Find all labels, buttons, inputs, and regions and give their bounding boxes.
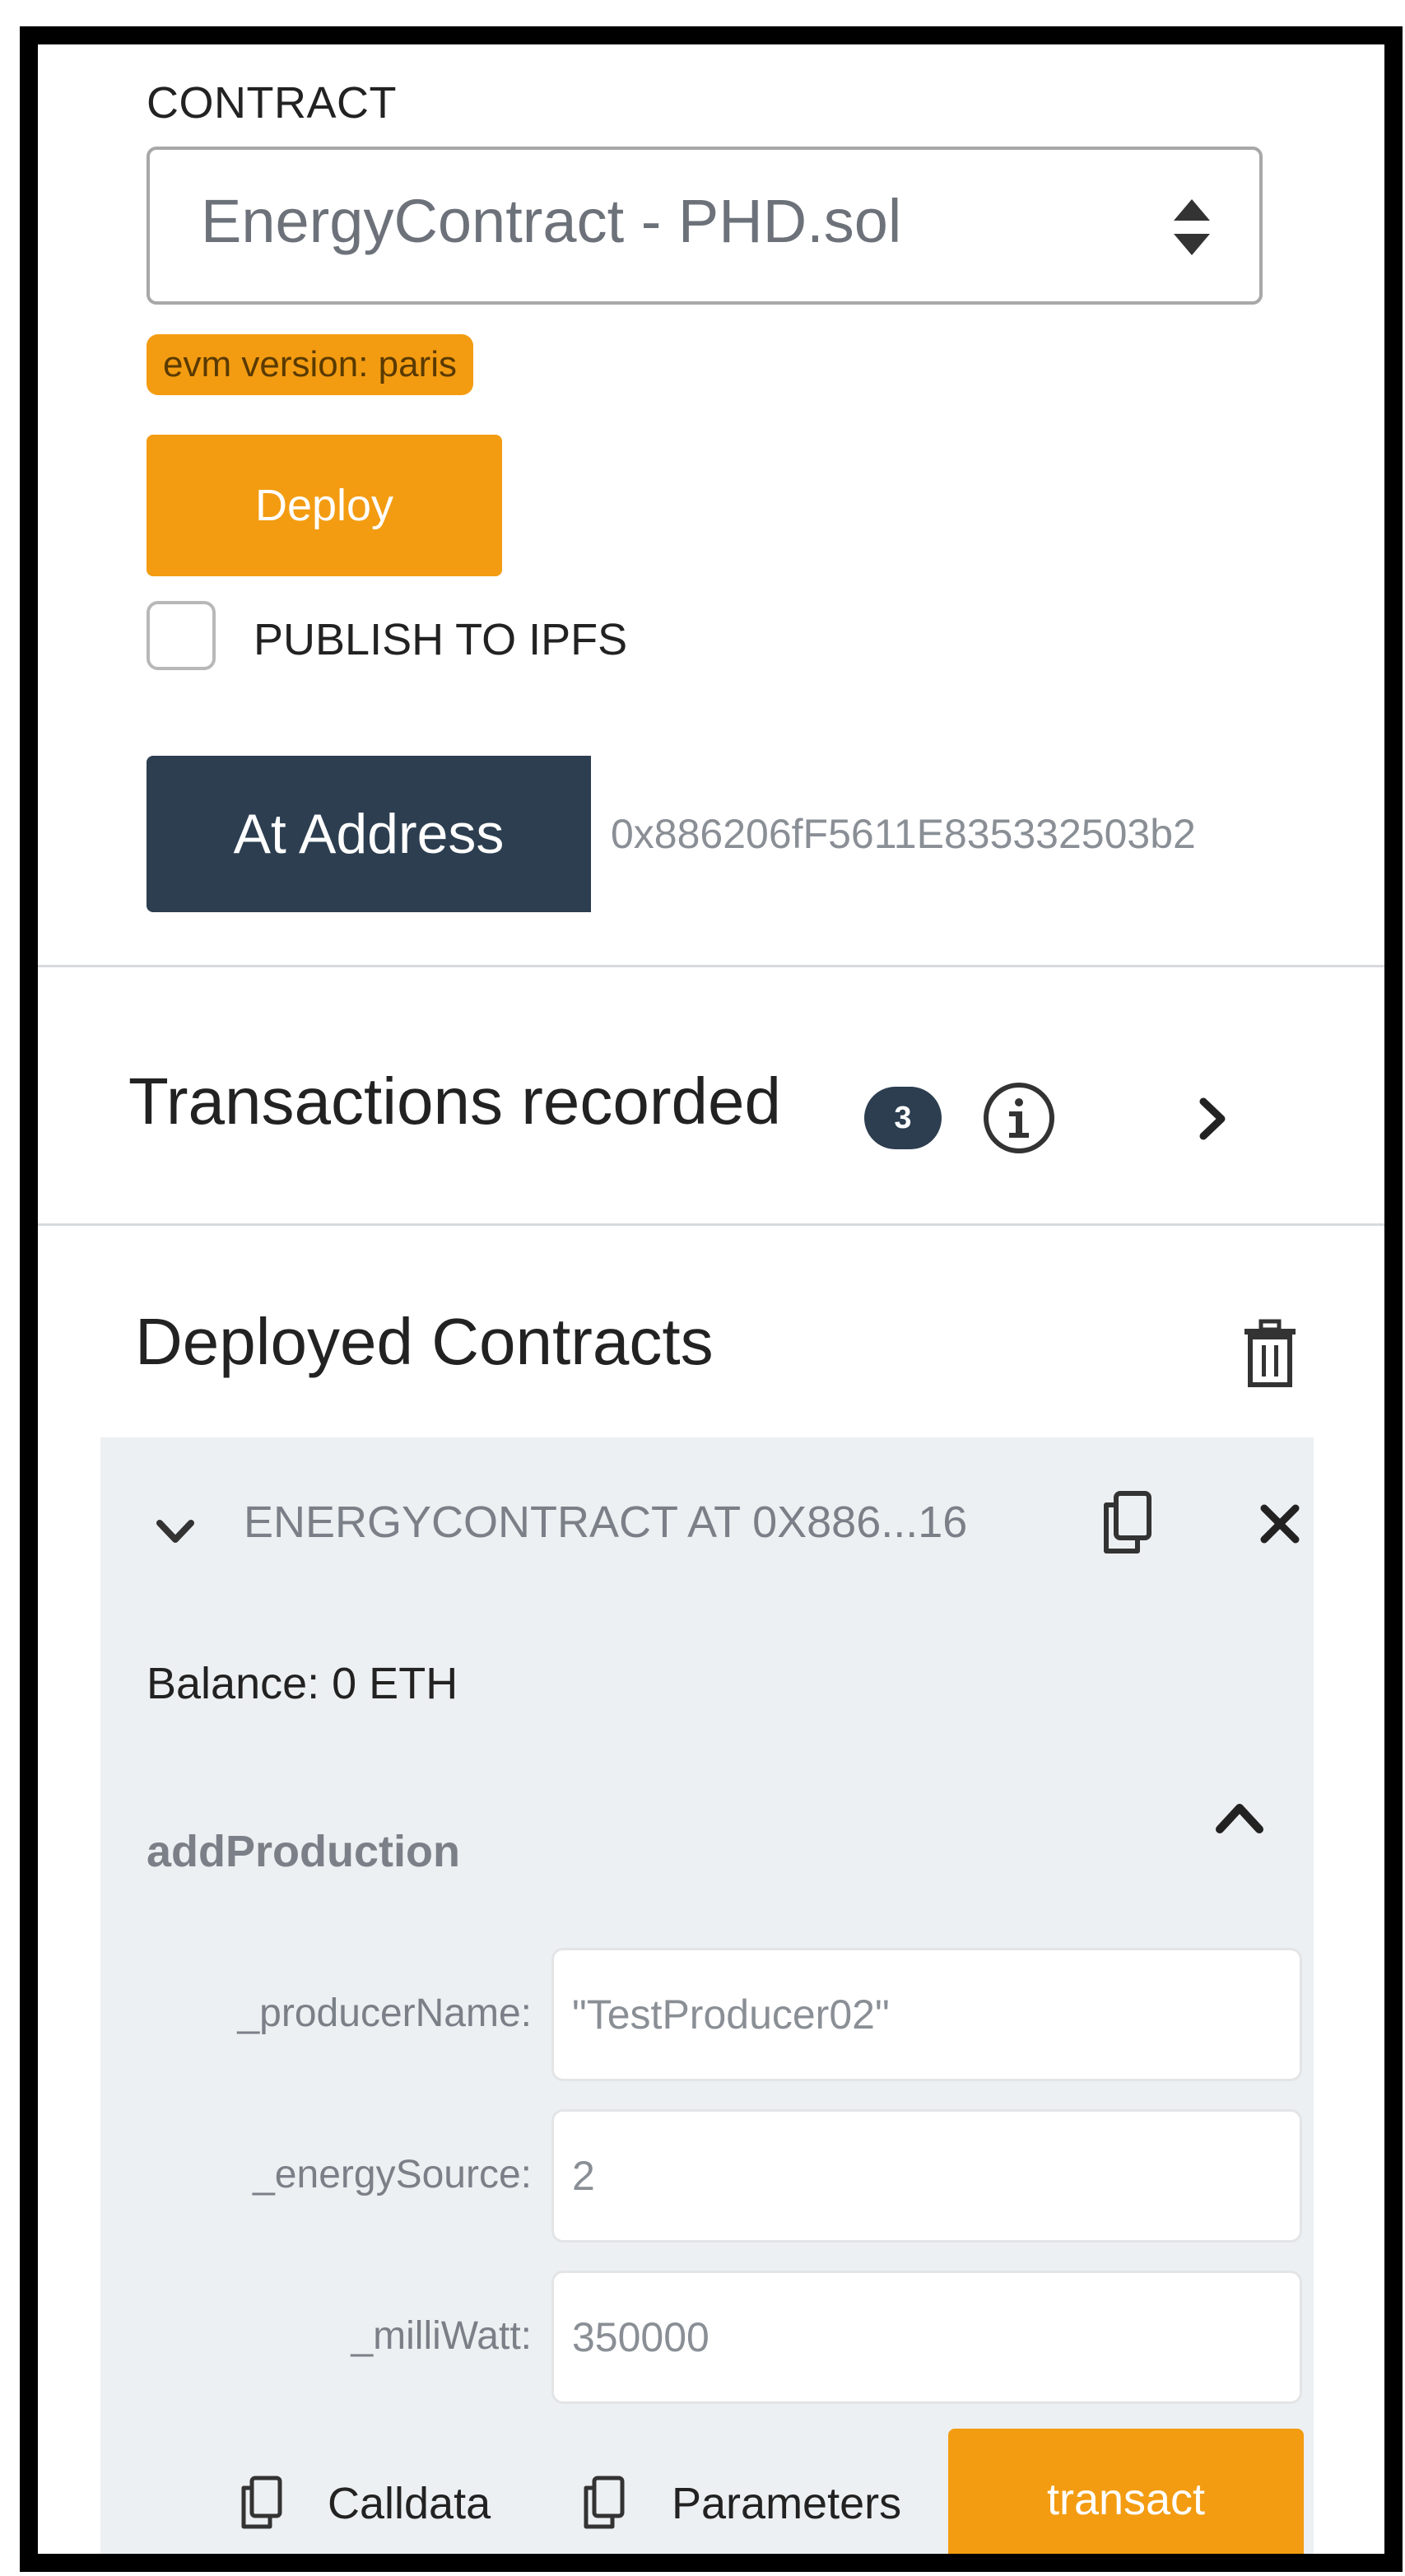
deployed-contracts-title: Deployed Contracts: [135, 1305, 714, 1378]
copy-icon[interactable]: [1100, 1490, 1154, 1556]
publish-ipfs-label: PUBLISH TO IPFS: [254, 615, 628, 664]
contract-instance-title[interactable]: ENERGYCONTRACT AT 0X886...16: [244, 1497, 1017, 1548]
info-icon[interactable]: [981, 1080, 1057, 1156]
chevron-down-icon[interactable]: [155, 1518, 196, 1546]
chevron-up-icon[interactable]: [1213, 1800, 1266, 1836]
evm-version-badge: evm version: paris: [147, 334, 474, 395]
trash-icon[interactable]: [1241, 1319, 1299, 1388]
parameters-button[interactable]: Parameters: [672, 2478, 901, 2529]
remix-deploy-panel: CONTRACT EnergyContract - PHD.sol evm ve…: [20, 26, 1403, 2572]
transactions-recorded-title[interactable]: Transactions recorded: [128, 1064, 781, 1139]
energy-source-input[interactable]: [551, 2109, 1302, 2243]
transact-button[interactable]: transact: [948, 2429, 1304, 2554]
at-address-button[interactable]: At Address: [147, 756, 591, 912]
sort-arrows-icon: [1174, 199, 1210, 255]
transactions-count-badge: 3: [864, 1087, 942, 1149]
contract-select[interactable]: EnergyContract - PHD.sol: [147, 147, 1263, 305]
calldata-button[interactable]: Calldata: [328, 2478, 491, 2529]
copy-parameters-icon[interactable]: [581, 2475, 627, 2531]
chevron-right-icon[interactable]: [1193, 1095, 1233, 1143]
selected-contract: EnergyContract - PHD.sol: [201, 187, 902, 255]
balance-text: Balance: 0 ETH: [147, 1659, 458, 1708]
divider: [38, 965, 1384, 967]
param-label-producer-name: _producerName:: [237, 1991, 532, 2035]
contract-label: CONTRACT: [147, 78, 397, 128]
copy-calldata-icon[interactable]: [239, 2475, 285, 2531]
divider: [38, 1223, 1384, 1226]
producer-name-input[interactable]: [551, 1948, 1302, 2081]
function-name: addProduction: [147, 1827, 460, 1876]
deploy-button[interactable]: Deploy: [147, 435, 502, 576]
milliwatt-input[interactable]: [551, 2271, 1302, 2404]
param-label-milliwatt: _milliWatt:: [351, 2314, 532, 2358]
publish-ipfs-checkbox[interactable]: [147, 601, 216, 670]
at-address-input[interactable]: [591, 756, 1259, 912]
param-label-energy-source: _energySource:: [253, 2153, 532, 2196]
close-icon[interactable]: [1258, 1502, 1302, 1546]
